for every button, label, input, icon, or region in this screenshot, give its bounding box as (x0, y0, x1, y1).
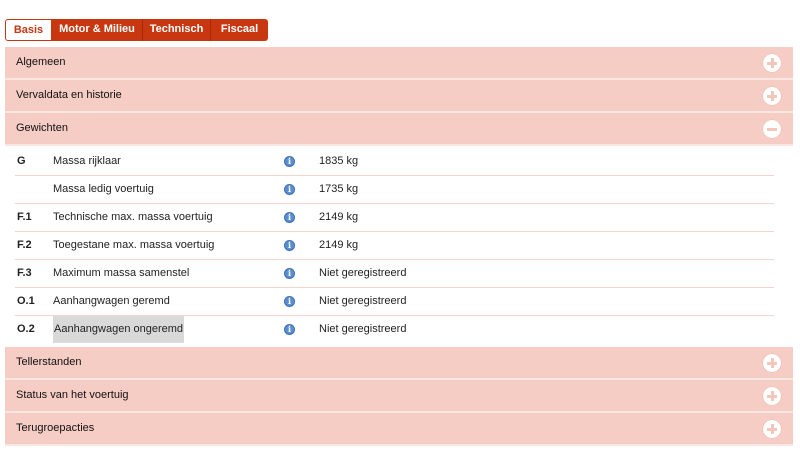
row-label: Massa rijklaar (53, 155, 121, 167)
info-icon[interactable]: i (284, 240, 295, 251)
info-icon[interactable]: i (284, 296, 295, 307)
tab-bar: Basis Motor & Milieu Technisch Fiscaal (5, 19, 268, 41)
table-row: O.1 Aanhangwagen geremd i Niet geregistr… (15, 288, 774, 316)
section-body-gewichten: G Massa rijklaar i 1835 kg Massa ledig v… (5, 146, 793, 347)
tab-motor-milieu[interactable]: Motor & Milieu (52, 19, 143, 41)
row-code: F.1 (17, 211, 32, 223)
section-header-algemeen[interactable]: Algemeen (5, 47, 793, 80)
section-header-status[interactable]: Status van het voertuig (5, 380, 793, 413)
row-value: 2149 kg (319, 211, 359, 223)
section-title: Tellerstanden (16, 356, 82, 368)
row-label: Technische max. massa voertuig (53, 211, 213, 223)
row-label: Toegestane max. massa voertuig (53, 239, 215, 251)
section-header-terugroepacties[interactable]: Terugroepacties (5, 413, 793, 446)
row-label: Massa ledig voertuig (53, 183, 154, 195)
row-label: Aanhangwagen ongeremd (53, 316, 185, 343)
info-icon[interactable]: i (284, 184, 295, 195)
table-row: F.1 Technische max. massa voertuig i 214… (15, 204, 774, 232)
row-label: Aanhangwagen geremd (53, 295, 170, 307)
row-value: 1835 kg (319, 155, 359, 167)
row-value: Niet geregistreerd (319, 323, 407, 335)
row-code: O.2 (17, 323, 35, 335)
plus-circle-icon[interactable] (763, 354, 781, 372)
section-title: Status van het voertuig (16, 389, 129, 401)
row-code: F.3 (17, 267, 32, 279)
table-row: F.3 Maximum massa samenstel i Niet gereg… (15, 260, 774, 288)
plus-circle-icon[interactable] (763, 420, 781, 438)
plus-circle-icon[interactable] (763, 387, 781, 405)
section-title: Vervaldata en historie (16, 89, 122, 101)
tab-technisch[interactable]: Technisch (143, 19, 211, 41)
row-code: G (17, 155, 26, 167)
accordion: Algemeen Vervaldata en historie Gewichte… (5, 47, 793, 446)
row-value: Niet geregistreerd (319, 295, 407, 307)
info-icon[interactable]: i (284, 212, 295, 223)
section-title: Algemeen (16, 56, 66, 68)
section-title: Terugroepacties (16, 422, 95, 434)
info-icon[interactable]: i (284, 268, 295, 279)
row-label: Maximum massa samenstel (53, 267, 190, 279)
row-value: Niet geregistreerd (319, 267, 407, 279)
section-header-vervaldata[interactable]: Vervaldata en historie (5, 80, 793, 113)
table-row: F.2 Toegestane max. massa voertuig i 214… (15, 232, 774, 260)
table-row: G Massa rijklaar i 1835 kg (15, 148, 774, 176)
section-header-gewichten[interactable]: Gewichten (5, 113, 793, 146)
info-icon[interactable]: i (284, 156, 295, 167)
tab-fiscaal[interactable]: Fiscaal (211, 19, 268, 41)
row-code: O.1 (17, 295, 35, 307)
tab-basis[interactable]: Basis (5, 19, 52, 41)
plus-circle-icon[interactable] (763, 87, 781, 105)
table-row: O.2 Aanhangwagen ongeremd i Niet geregis… (15, 316, 774, 343)
table-row: Massa ledig voertuig i 1735 kg (15, 176, 774, 204)
plus-circle-icon[interactable] (763, 54, 781, 72)
section-title: Gewichten (16, 122, 68, 134)
row-value: 1735 kg (319, 183, 359, 195)
row-value: 2149 kg (319, 239, 359, 251)
minus-circle-icon[interactable] (763, 120, 781, 138)
info-icon[interactable]: i (284, 324, 295, 335)
row-code: F.2 (17, 239, 32, 251)
section-header-tellerstanden[interactable]: Tellerstanden (5, 347, 793, 380)
